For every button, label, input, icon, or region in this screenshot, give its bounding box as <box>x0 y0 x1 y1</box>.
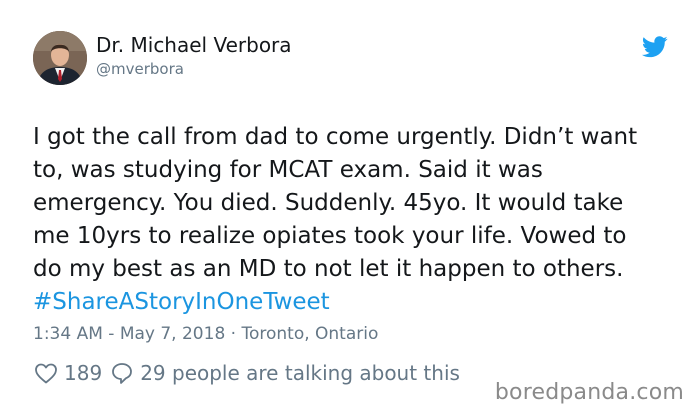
speech-bubble-icon[interactable] <box>110 362 134 384</box>
heart-icon[interactable] <box>34 362 58 384</box>
display-name[interactable]: Dr. Michael Verbora <box>96 33 292 57</box>
tweet-line: me 10yrs to realize opiates took your li… <box>33 223 627 249</box>
tweet-actions: 189 29 people are talking about this <box>34 360 460 386</box>
twitter-bird-icon[interactable] <box>642 36 668 58</box>
tweet-timestamp[interactable]: 1:34 AM - May 7, 2018 · Toronto, Ontario <box>33 324 378 344</box>
watermark: boredpanda.com <box>494 380 684 405</box>
tweet-line: I got the call from dad to come urgently… <box>33 124 638 150</box>
avatar[interactable] <box>33 31 87 85</box>
like-count: 189 <box>64 361 103 385</box>
user-handle[interactable]: @mverbora <box>96 60 184 78</box>
tweet-line: do my best as an MD to not let it happen… <box>33 256 624 282</box>
conversation-link[interactable]: 29 people are talking about this <box>140 361 460 385</box>
tweet-text: I got the call from dad to come urgently… <box>33 121 683 319</box>
tweet-line: to, was studying for MCAT exam. Said it … <box>33 157 543 183</box>
hashtag-link[interactable]: #ShareAStoryInOneTweet <box>33 286 683 319</box>
tweet-line: emergency. You died. Suddenly. 45yo. It … <box>33 190 624 216</box>
profile-photo <box>33 31 87 85</box>
